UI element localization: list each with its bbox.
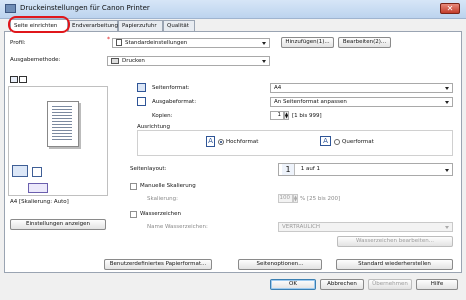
watermark-checkbox[interactable]	[130, 211, 137, 218]
chevron-down-icon	[445, 101, 449, 104]
preview-paper	[47, 101, 79, 147]
page-size-icon	[137, 83, 146, 92]
chevron-down-icon	[445, 87, 449, 90]
profile-icon	[116, 39, 122, 46]
page-size-label: Seitenformat:	[152, 85, 190, 91]
tab-page-setup[interactable]: Seite einrichten	[10, 19, 68, 32]
tab-finishing[interactable]: Endverarbeitung	[68, 20, 118, 31]
manual-scaling-checkbox[interactable]	[130, 183, 137, 190]
watermark-value: VERTRAULICH	[282, 224, 321, 230]
portrait-radio[interactable]	[218, 139, 224, 145]
orientation-group	[137, 130, 453, 156]
landscape-label: Querformat	[342, 139, 374, 145]
print-icon	[111, 57, 119, 64]
profile-select[interactable]: Standardeinstellungen	[112, 38, 270, 48]
page-size-select[interactable]: A4	[270, 83, 453, 93]
portrait-view-icon[interactable]	[10, 76, 18, 83]
scaling-label: Skalierung:	[147, 196, 178, 202]
chevron-down-icon	[262, 42, 266, 45]
print-preferences-window: Druckeinstellungen für Canon Printer ✕ S…	[0, 0, 466, 300]
output-size-select[interactable]: An Seitenformat anpassen	[270, 97, 453, 107]
asterisk-icon: *	[107, 36, 110, 43]
output-size-label: Ausgabeformat:	[152, 99, 197, 105]
ok-button[interactable]: OK	[270, 279, 316, 290]
tab-quality[interactable]: Qualität	[163, 20, 195, 31]
copies-stepper[interactable]: ▲ ▼	[284, 111, 289, 120]
portrait-label: Hochformat	[226, 139, 259, 145]
copies-input[interactable]: 1	[270, 111, 284, 120]
tab-paper-source[interactable]: Papierzufuhr	[118, 20, 163, 31]
title-bar: Druckeinstellungen für Canon Printer ✕	[0, 0, 466, 19]
copies-label: Kopien:	[152, 113, 173, 119]
output-method-value: Drucken	[122, 58, 145, 64]
layout-mode-icon	[28, 183, 48, 193]
manual-scaling-label: Manuelle Skalierung	[140, 183, 196, 189]
landscape-icon: A	[320, 136, 331, 146]
custom-paper-size-button[interactable]: Benutzerdefiniertes Papierformat...	[104, 259, 212, 270]
profile-value: Standardeinstellungen	[125, 40, 188, 46]
page-size-value: A4	[274, 85, 282, 91]
chevron-down-icon	[445, 226, 449, 229]
copies-range: [1 bis 999]	[292, 113, 322, 119]
scaling-range: % [25 bis 200]	[300, 196, 341, 202]
profile-label: Profil:	[10, 40, 26, 46]
layout-number: 1	[282, 164, 295, 175]
preview-text-lines	[52, 106, 72, 140]
watermark-select[interactable]: VERTRAULICH	[278, 222, 453, 232]
output-size-icon	[137, 97, 146, 106]
settings-view-icon[interactable]	[19, 76, 27, 83]
chevron-down-icon	[262, 60, 266, 63]
scaling-stepper[interactable]: ▲ ▼	[293, 194, 298, 203]
window-title: Druckeinstellungen für Canon Printer	[20, 4, 150, 12]
scaling-input[interactable]: 100	[278, 194, 293, 203]
show-settings-button[interactable]: Einstellungen anzeigen	[10, 219, 106, 230]
output-method-label: Ausgabemethode:	[10, 57, 61, 63]
add-profile-button[interactable]: Hinzufügen(1)...	[281, 37, 334, 48]
printer-icon	[5, 4, 16, 13]
landscape-radio[interactable]	[334, 139, 340, 145]
watermark-label: Wasserzeichen	[140, 211, 182, 217]
printer-large-icon	[12, 165, 28, 177]
edit-watermark-button[interactable]: Wasserzeichen bearbeiten...	[337, 236, 453, 247]
output-method-select[interactable]: Drucken	[107, 56, 270, 66]
page-options-button[interactable]: Seitenoptionen...	[238, 259, 322, 270]
page-layout-select[interactable]: 1 1 auf 1	[278, 163, 453, 176]
page-stack-icon	[32, 167, 42, 177]
apply-button[interactable]: Übernehmen	[368, 279, 412, 290]
chevron-down-icon	[445, 169, 449, 172]
preview-caption: A4 [Skalierung: Auto]	[10, 199, 69, 205]
page-layout-label: Seitenlayout:	[130, 166, 167, 172]
watermark-name-label: Name Wasserzeichen:	[147, 224, 208, 230]
help-button[interactable]: Hilfe	[416, 279, 458, 290]
edit-profile-button[interactable]: Bearbeiten(2)...	[338, 37, 391, 48]
page-layout-value: 1 auf 1	[300, 166, 321, 172]
page-preview	[8, 86, 108, 196]
cancel-button[interactable]: Abbrechen	[320, 279, 364, 290]
output-size-value: An Seitenformat anpassen	[274, 99, 347, 105]
close-button[interactable]: ✕	[440, 3, 460, 14]
restore-defaults-button[interactable]: Standard wiederherstellen	[336, 259, 453, 270]
portrait-icon: A	[206, 136, 215, 147]
